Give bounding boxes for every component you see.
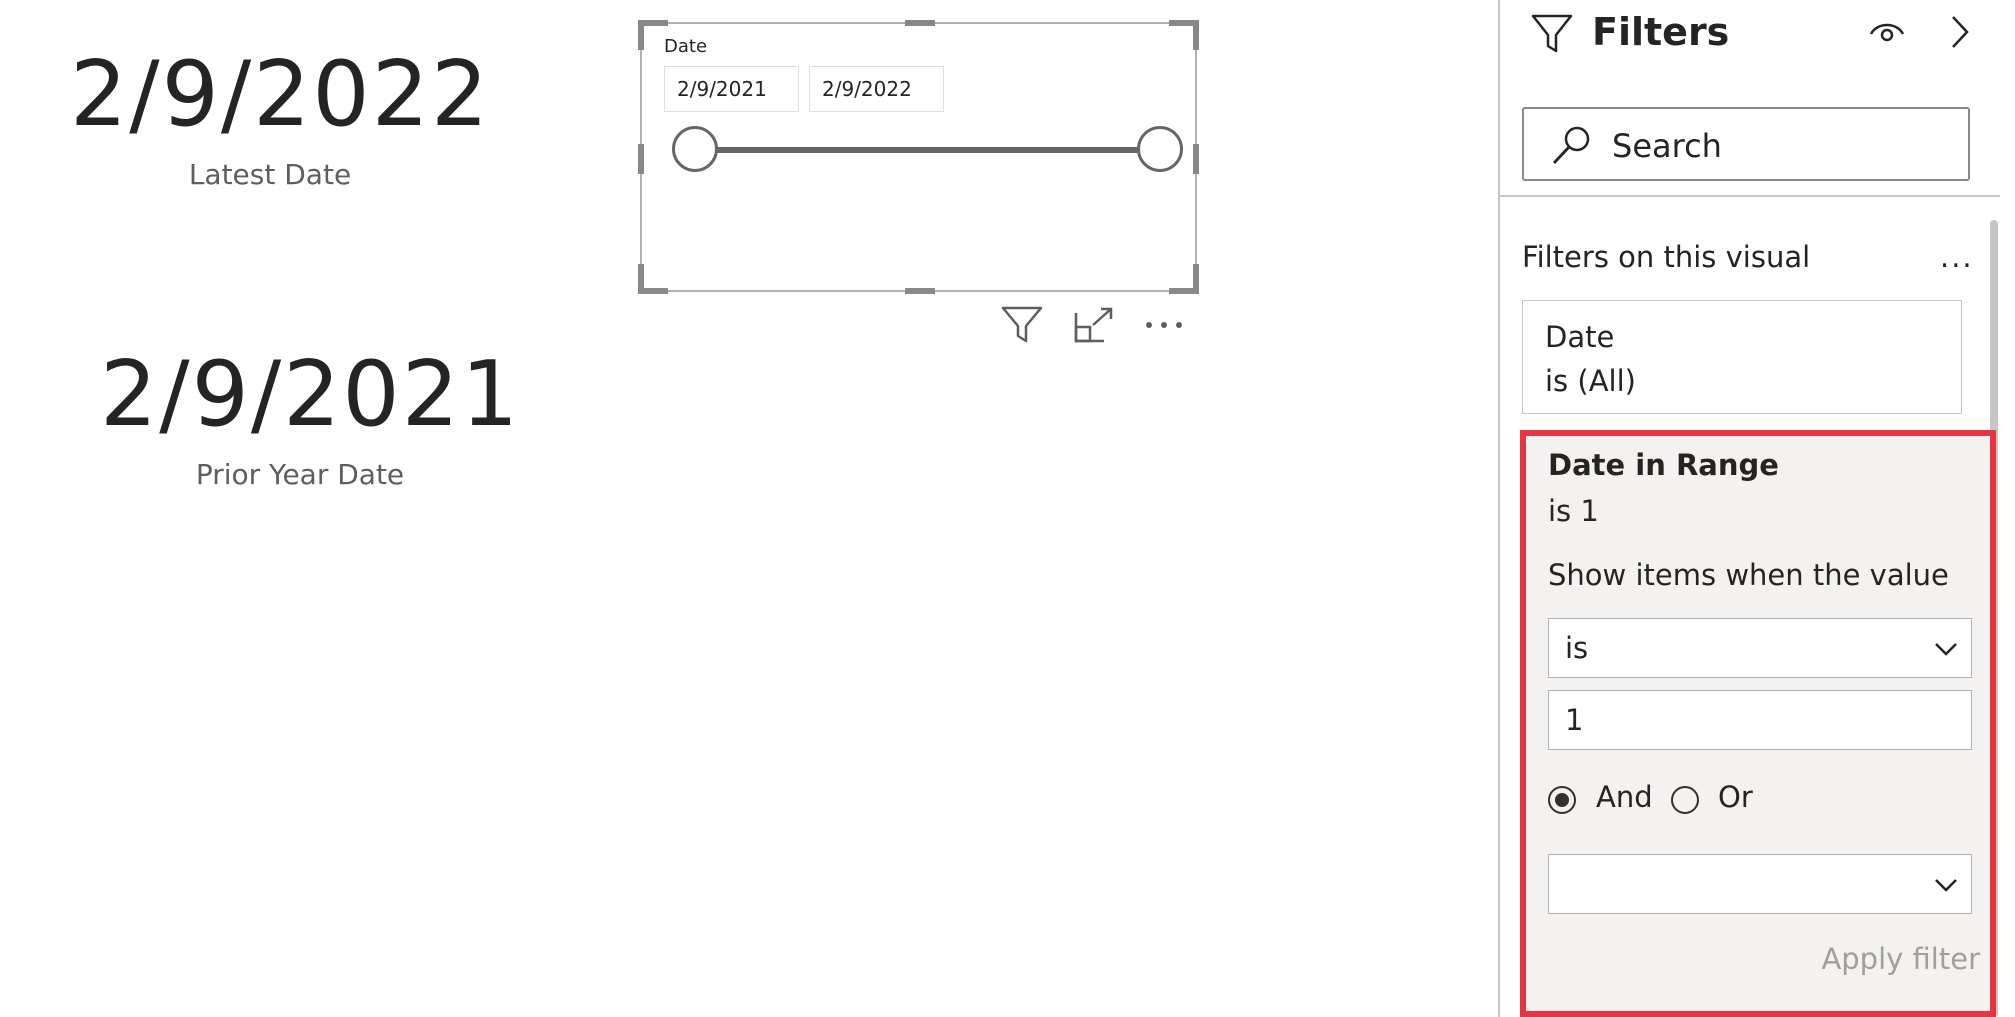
search-icon bbox=[1550, 123, 1594, 171]
date-slicer[interactable]: Date 2/9/2021 2/9/2022 bbox=[638, 20, 1199, 294]
filters-on-visual-heading: Filters on this visual bbox=[1522, 240, 1811, 274]
operator-value: is bbox=[1565, 631, 1589, 665]
collapse-pane-chevron-icon[interactable] bbox=[1948, 14, 1972, 54]
prior-year-date-label: Prior Year Date bbox=[195, 458, 405, 491]
prior-year-date-value: 2/9/2021 bbox=[100, 342, 521, 447]
latest-date-value: 2/9/2022 bbox=[70, 42, 491, 147]
date-filter-state: is (All) bbox=[1545, 364, 1636, 398]
date-filter-card[interactable]: Date is (All) bbox=[1522, 300, 1962, 414]
search-input[interactable]: Search bbox=[1522, 107, 1970, 181]
start-date-input[interactable]: 2/9/2021 bbox=[664, 66, 799, 112]
resize-corner-top-left[interactable] bbox=[638, 20, 668, 50]
and-label: And bbox=[1596, 780, 1653, 814]
resize-corner-bottom-right[interactable] bbox=[1169, 264, 1199, 294]
or-label: Or bbox=[1718, 780, 1753, 814]
filters-title: Filters bbox=[1592, 10, 1730, 54]
eye-icon[interactable] bbox=[1868, 16, 1906, 50]
resize-edge-right[interactable] bbox=[1193, 144, 1199, 174]
section-more-options-button[interactable]: ... bbox=[1940, 240, 1974, 274]
resize-edge-top[interactable] bbox=[905, 20, 935, 26]
end-date-handle[interactable] bbox=[1137, 126, 1183, 172]
visual-filter-icon[interactable] bbox=[1000, 305, 1044, 345]
range-filter-description: Show items when the value bbox=[1548, 558, 1949, 592]
latest-date-label: Latest Date bbox=[188, 158, 352, 191]
date-range-track bbox=[694, 147, 1147, 153]
second-operator-dropdown[interactable] bbox=[1548, 854, 1972, 914]
latest-date-card: 2/9/2022 Latest Date bbox=[70, 42, 491, 192]
value-input[interactable]: 1 bbox=[1548, 690, 1972, 750]
and-radio[interactable] bbox=[1548, 786, 1576, 814]
filters-pane: Filters Search Filters on this visual ..… bbox=[1498, 0, 2000, 1017]
resize-corner-top-right[interactable] bbox=[1169, 20, 1199, 50]
filter-icon bbox=[1530, 12, 1574, 60]
more-options-icon[interactable] bbox=[1142, 305, 1186, 345]
range-filter-state: is 1 bbox=[1548, 494, 1599, 528]
prior-year-date-card: 2/9/2021 Prior Year Date bbox=[100, 342, 521, 492]
date-filter-name: Date bbox=[1545, 320, 1615, 354]
slicer-title: Date bbox=[664, 36, 708, 57]
range-filter-name: Date in Range bbox=[1548, 448, 1779, 482]
resize-edge-bottom[interactable] bbox=[905, 288, 935, 294]
chevron-down-icon bbox=[1933, 635, 1959, 669]
or-radio[interactable] bbox=[1671, 786, 1699, 814]
date-in-range-filter-card: Date in Range is 1 Show items when the v… bbox=[1520, 430, 1996, 1017]
chevron-down-icon bbox=[1933, 871, 1959, 905]
search-placeholder: Search bbox=[1612, 127, 1722, 165]
start-date-handle[interactable] bbox=[672, 126, 718, 172]
apply-filter-button[interactable]: Apply filter bbox=[1821, 942, 1980, 976]
end-date-input[interactable]: 2/9/2022 bbox=[809, 66, 944, 112]
resize-corner-bottom-left[interactable] bbox=[638, 264, 668, 294]
operator-dropdown[interactable]: is bbox=[1548, 618, 1972, 678]
resize-edge-left[interactable] bbox=[638, 144, 644, 174]
pane-divider bbox=[1500, 195, 2000, 197]
focus-mode-icon[interactable] bbox=[1072, 305, 1116, 345]
